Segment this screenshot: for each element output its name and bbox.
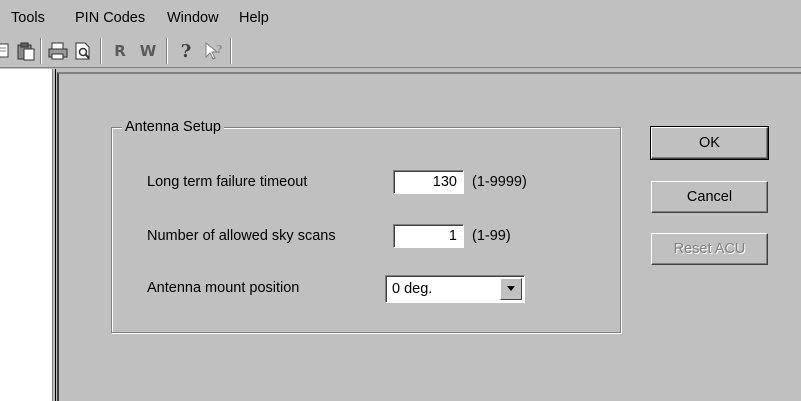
svg-text:?: ? (216, 43, 222, 56)
sky-scans-input[interactable]: 1 (393, 224, 464, 248)
menu-help[interactable]: Help (239, 8, 269, 28)
reset-acu-button[interactable]: Reset ACU (651, 233, 768, 265)
toolbar-separator (100, 38, 102, 64)
copy-icon[interactable] (0, 40, 14, 62)
cancel-button[interactable]: Cancel (651, 181, 768, 213)
paste-icon[interactable] (14, 40, 38, 62)
menu-tools[interactable]: Tools (11, 8, 45, 28)
help-icon[interactable]: ? (174, 40, 198, 62)
toolbar-separator (40, 38, 42, 64)
toolbar-separator (166, 38, 168, 64)
failure-timeout-label: Long term failure timeout (147, 174, 308, 190)
print-icon[interactable] (46, 40, 70, 62)
failure-timeout-range: (1-9999) (472, 174, 527, 190)
sky-scans-range: (1-99) (472, 228, 511, 244)
left-panel (0, 69, 53, 401)
toolbar: R W ? ? (0, 34, 801, 68)
read-icon[interactable]: R (108, 40, 132, 62)
menu-bar: Tools PIN Codes Window Help (0, 0, 801, 34)
ok-button[interactable]: OK (650, 126, 769, 160)
dropdown-button[interactable] (500, 278, 522, 300)
menu-pin-codes[interactable]: PIN Codes (75, 8, 145, 28)
mount-position-label: Antenna mount position (147, 280, 300, 296)
failure-timeout-input[interactable]: 130 (393, 170, 464, 194)
groupbox-title: Antenna Setup (122, 117, 224, 137)
panel-splitter[interactable] (53, 69, 56, 401)
menu-window[interactable]: Window (167, 8, 219, 28)
sky-scans-label: Number of allowed sky scans (147, 228, 336, 244)
mount-position-value: 0 deg. (392, 281, 433, 297)
mount-position-select[interactable]: 0 deg. (385, 275, 525, 303)
toolbar-separator (230, 38, 232, 64)
write-icon[interactable]: W (136, 40, 160, 62)
print-preview-icon[interactable] (71, 40, 95, 62)
context-help-icon[interactable]: ? (202, 40, 226, 62)
chevron-down-icon (507, 286, 515, 291)
